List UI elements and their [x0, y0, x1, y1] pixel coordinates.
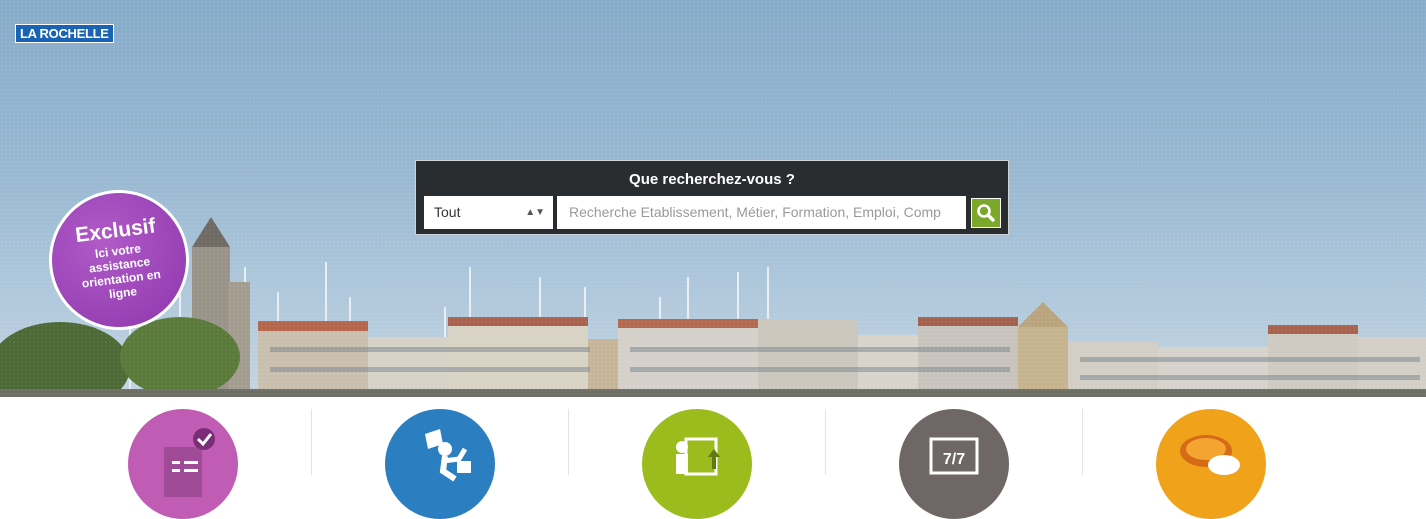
city-harbor-image [0, 217, 1426, 397]
site-logo[interactable]: LA ROCHELLE [15, 24, 114, 43]
divider [825, 409, 826, 475]
running-person-icon[interactable] [385, 409, 495, 519]
select-arrows-icon: ▲▼ [525, 207, 545, 218]
divider [311, 409, 312, 475]
divider [1082, 409, 1083, 475]
divider [568, 409, 569, 475]
svg-text:7/7: 7/7 [943, 451, 965, 468]
category-select[interactable]: Tout ▲▼ [424, 196, 553, 229]
calendar-7-7-icon[interactable]: 7/7 [899, 409, 1009, 519]
magnifier-icon [977, 204, 995, 222]
search-panel: Que recherchez-vous ? Tout ▲▼ Recherche … [415, 160, 1009, 235]
category-tiles: 7/7 [0, 397, 1426, 519]
search-button[interactable] [971, 198, 1001, 228]
checklist-icon[interactable] [128, 409, 238, 519]
search-input[interactable]: Recherche Etablissement, Métier, Formati… [557, 196, 966, 229]
chat-bubbles-icon[interactable] [1156, 409, 1266, 519]
promo-text: Ici votre assistance orientation en lign… [81, 241, 162, 302]
teacher-board-icon[interactable] [642, 409, 752, 519]
category-select-value: Tout [434, 204, 461, 220]
search-title: Que recherchez-vous ? [629, 171, 795, 188]
